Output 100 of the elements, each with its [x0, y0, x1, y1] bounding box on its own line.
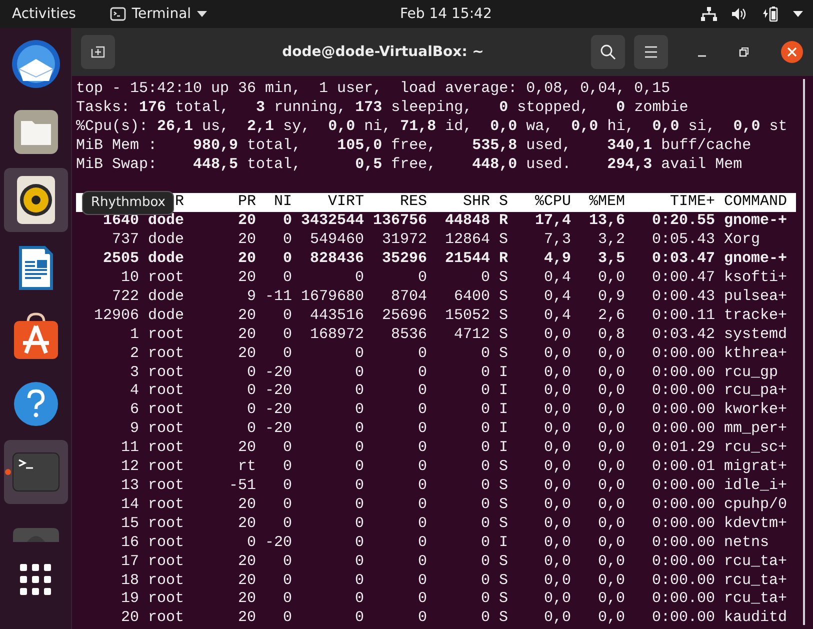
table-cell: root: [148, 326, 184, 343]
table-cell: 0: [480, 590, 490, 608]
table-cell: root: [148, 364, 184, 381]
table-cell: 0: [282, 250, 292, 268]
column-header: COMMAND: [724, 193, 788, 210]
table-cell: 0: [480, 344, 490, 362]
table-cell: gnome-+: [724, 250, 788, 268]
table-cell: 25696: [382, 306, 427, 324]
table-cell: 20: [238, 590, 256, 608]
speaker-icon: [16, 176, 54, 224]
table-cell: 0: [354, 590, 364, 608]
new-tab-button[interactable]: [81, 35, 115, 69]
table-cell: Xorg: [724, 231, 760, 248]
summary-line: top - 15:42:10 up 36 min, 1 user, load average: 0,08, 0,04, 0,15: [76, 80, 670, 99]
table-cell: -11: [264, 288, 292, 305]
activities-button[interactable]: Activities: [12, 6, 76, 22]
table-cell: 20: [238, 250, 256, 268]
table-cell: 0,0: [544, 458, 571, 476]
table-cell: 0: [418, 458, 427, 476]
folder-icon: [12, 109, 58, 155]
scrollbar[interactable]: [803, 79, 805, 625]
table-cell: 0,0: [544, 496, 571, 513]
table-cell: 0:00.00: [652, 609, 715, 626]
table-cell: 2505: [102, 250, 139, 268]
table-cell: 20: [238, 326, 256, 343]
table-cell: systemd: [724, 326, 788, 343]
table-cell: I: [498, 382, 508, 400]
table-cell: 0: [480, 401, 490, 418]
table-cell: 44848: [444, 212, 490, 230]
table-cell: 4: [130, 382, 139, 400]
table-cell: S: [498, 288, 508, 305]
table-cell: 0:00.00: [652, 401, 715, 418]
table-cell: 168972: [310, 326, 364, 343]
table-cell: root: [148, 496, 184, 513]
table-cell: 2: [130, 344, 139, 362]
table-cell: rcu_ta+: [724, 590, 788, 608]
table-cell: I: [498, 439, 508, 456]
table-cell: rcu_ta+: [724, 552, 788, 570]
table-cell: S: [498, 477, 508, 494]
table-cell: 0,0: [598, 514, 625, 532]
table-cell: 0:00.00: [652, 552, 715, 570]
app-menu[interactable]: Terminal: [110, 6, 208, 22]
table-cell: 0,0: [598, 364, 625, 381]
clock[interactable]: Feb 14 15:42: [400, 6, 492, 22]
table-cell: 20: [120, 609, 139, 626]
table-cell: 0,0: [598, 590, 625, 608]
table-cell: 20: [238, 514, 256, 532]
table-cell: 0,0: [598, 477, 625, 494]
table-cell: kworke+: [724, 401, 788, 418]
search-button[interactable]: [591, 35, 625, 69]
table-cell: 3,2: [598, 231, 625, 248]
maximize-icon[interactable]: [739, 47, 749, 57]
table-cell: root: [148, 534, 184, 551]
table-cell: rcu_sc+: [724, 439, 788, 456]
table-cell: 0: [354, 609, 364, 626]
table-cell: 0: [282, 326, 292, 343]
table-cell: 0: [354, 344, 364, 362]
table-cell: S: [498, 496, 508, 513]
table-cell: 0,0: [598, 458, 625, 476]
table-cell: 20: [238, 306, 256, 324]
table-cell: 0: [282, 306, 292, 324]
table-cell: rcu_pa+: [724, 382, 788, 400]
table-cell: 0:00.47: [652, 269, 715, 286]
table-cell: idle_i+: [724, 477, 788, 494]
caret-icon[interactable]: [793, 11, 803, 17]
table-cell: 0: [282, 458, 292, 476]
column-header: R: [175, 193, 184, 210]
table-cell: 0: [480, 514, 490, 532]
menu-button[interactable]: [634, 35, 668, 69]
network-icon[interactable]: [701, 7, 717, 21]
terminal-icon: [110, 7, 126, 21]
dock-item[interactable]: [4, 168, 68, 232]
table-cell: S: [498, 344, 508, 362]
table-cell: S: [498, 458, 508, 476]
close-icon[interactable]: [781, 41, 803, 63]
table-cell: S: [498, 231, 508, 248]
table-cell: 0: [480, 382, 490, 400]
table-cell: migrat+: [724, 458, 788, 476]
table-cell: root: [148, 420, 184, 438]
volume-icon[interactable]: [731, 7, 747, 21]
table-cell: S: [498, 306, 508, 324]
table-cell: 0: [480, 439, 490, 456]
menu-icon: [644, 46, 658, 58]
table-cell: 9: [246, 288, 256, 305]
table-cell: 0: [418, 609, 427, 626]
table-cell: 0: [282, 439, 292, 456]
table-cell: 0: [418, 590, 427, 608]
table-cell: 828436: [310, 250, 364, 268]
table-cell: root: [148, 572, 184, 589]
table-cell: S: [498, 572, 508, 589]
table-cell: 1: [130, 326, 139, 343]
table-cell: ksofti+: [724, 269, 788, 286]
table-cell: 0:05.43: [652, 231, 715, 248]
table-cell: 0:00.43: [652, 288, 715, 305]
table-cell: 0,0: [544, 514, 571, 532]
battery-icon[interactable]: [761, 6, 779, 22]
column-header: SHR: [462, 193, 490, 210]
table-cell: 0: [246, 534, 256, 551]
table-cell: 0,0: [598, 572, 625, 589]
table-cell: S: [498, 269, 508, 286]
